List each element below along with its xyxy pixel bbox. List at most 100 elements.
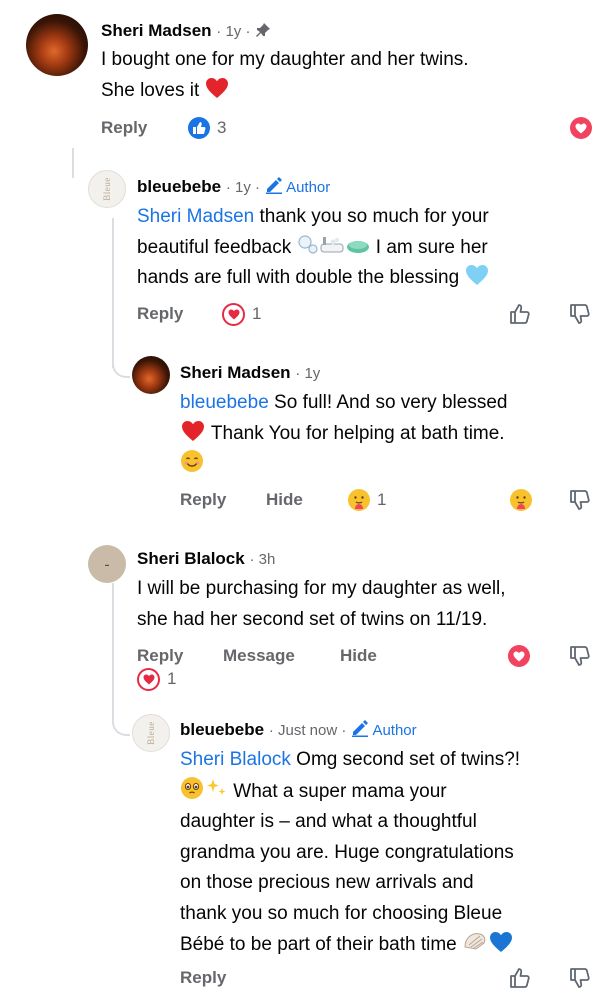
avatar[interactable]: ▬ [88,545,126,583]
commenter-name[interactable]: Sheri Blalock [137,549,245,568]
comment-line: on those precious new arrivals and [180,872,474,893]
light-blue-heart-emoji-icon [466,265,489,285]
message-button[interactable]: Message [223,644,295,668]
avatar[interactable] [132,356,170,394]
pencil-icon [265,177,282,194]
heart-emoji-icon [182,420,204,441]
reply-button[interactable]: Reply [137,644,183,668]
comment-header: bleuebebe · Just now · Author [180,719,417,742]
comment-actions: Reply Hide 1 [180,488,600,512]
mention-link[interactable]: bleuebebe [180,392,269,413]
thread-line [112,583,114,695]
comment-line-text: She loves it [101,79,200,101]
comment-header: Sheri Blalock · 3h [137,548,275,571]
comment-line: Bébé to be part of their bath time [180,929,605,961]
comment-line: she had her second set of twins on 11/19… [137,608,488,630]
commenter-name[interactable]: Sheri Madsen [180,363,291,382]
comment-line: I will be purchasing for my daughter as … [137,578,506,599]
author-badge: Author [351,720,417,739]
comment-line-text: Bébé to be part of their bath time [180,934,457,955]
comment-line-text: I am sure her [375,236,488,258]
reply-button[interactable]: Reply [137,302,183,326]
mention-link[interactable]: Sheri Madsen [137,206,254,227]
comment-text: Sheri Blalock Omg second set of twins?! … [180,745,605,961]
commenter-name[interactable]: bleuebebe [180,720,264,739]
bathtub-emoji-icon [320,236,344,252]
reply-button[interactable]: Reply [180,966,226,990]
comment-line-text: thank you so much for your [254,206,489,227]
sparkles-icon [207,778,226,795]
heart-icon[interactable] [222,303,245,326]
comment-line-text: What a super mama your [228,780,447,802]
comment-header: Sheri Madsen · 1y [180,362,320,385]
comment-header: Sheri Madsen · 1y · [101,20,271,43]
author-label: Author [372,722,417,739]
comment-meta: · 1y · [216,23,251,40]
comment-line: I bought one for my daughter and her twi… [101,49,469,70]
author-badge: Author [265,177,331,196]
comment-line: beautiful feedback I am sure her [137,233,597,264]
care-emoji-icon[interactable] [347,488,371,512]
comment-line: Sheri Blalock Omg second set of twins?! [180,745,605,776]
author-label: Author [286,179,331,196]
comment-line-text: beautiful feedback [137,236,292,258]
reply-button[interactable]: Reply [180,488,226,512]
comment-line-text: So full! And so very blessed [268,392,508,413]
comment-line [180,449,600,481]
comment-meta: · 1y [295,365,321,382]
comment-line-text: hands are full with double the blessing [137,267,460,288]
bubbles-emoji-icon [297,234,318,254]
comment-actions: Reply 1 [137,302,597,326]
avatar[interactable]: Bleue [132,714,170,752]
heart-icon[interactable] [137,668,160,691]
comment-text: I bought one for my daughter and her twi… [101,45,601,106]
crying-smile-emoji-icon [181,776,203,799]
comment-line-text: Thank You for helping at bath time. [206,422,505,444]
comment-header: bleuebebe · 1y · Author [137,176,330,199]
avatar[interactable] [26,14,88,76]
comment-meta: · 1y · [225,179,260,196]
comment-line-text: Omg second set of twins?! [290,749,521,770]
thumbs-down-outline-icon[interactable] [568,488,592,512]
avatar-logo: ▬ [105,561,109,567]
avatar-logo-text: Bleue [102,177,112,201]
comment-meta: · Just now · [268,722,347,739]
pin-icon [256,23,271,37]
comment-line: She loves it [101,76,601,107]
comment-line: Sheri Madsen thank you so much for your [137,202,597,233]
hide-button[interactable]: Hide [266,488,303,512]
mention-link[interactable]: Sheri Blalock [180,749,291,770]
heart-icon[interactable] [570,117,592,139]
commenter-name[interactable]: Sheri Madsen [101,21,212,40]
soap-emoji-icon [346,240,369,253]
avatar[interactable]: Bleue [88,170,126,208]
like-count: 3 [217,118,227,137]
comment-actions: Reply 3 [101,116,601,140]
comment-line: Thank You for helping at bath time. [180,419,600,450]
heart-emoji-icon [205,77,228,98]
heart-icon[interactable] [508,645,530,667]
thumbs-up-outline-icon[interactable] [508,302,532,326]
comment-text: bleuebebe So full! And so very blessed T… [180,388,600,481]
thumbs-down-outline-icon[interactable] [568,644,592,668]
thumbs-down-outline-icon[interactable] [568,302,592,326]
reaction-count: 1 [167,669,177,688]
comment-line: thank you so much for choosing Bleue [180,902,503,924]
reply-button[interactable]: Reply [101,116,147,140]
comment-actions: Reply [180,966,600,990]
like-icon[interactable] [188,117,210,139]
commenter-name[interactable]: bleuebebe [137,177,221,196]
comment-line: bleuebebe So full! And so very blessed [180,388,600,419]
hide-button[interactable]: Hide [340,644,377,668]
reaction-count: 1 [252,304,262,323]
comment-actions: Reply Message Hide 1 [137,644,597,692]
comment-text: I will be purchasing for my daughter as … [137,574,602,635]
thumbs-down-outline-icon[interactable] [568,966,592,990]
care-emoji-icon[interactable] [509,488,533,512]
blue-heart-emoji-icon [490,932,513,952]
comment-text: Sheri Madsen thank you so much for your … [137,202,597,294]
avatar-logo-text: Bleue [146,721,156,745]
comment-line: grandma you are. Huge congratulations [180,841,514,863]
thread-curve [112,330,130,378]
thumbs-up-outline-icon[interactable] [508,966,532,990]
